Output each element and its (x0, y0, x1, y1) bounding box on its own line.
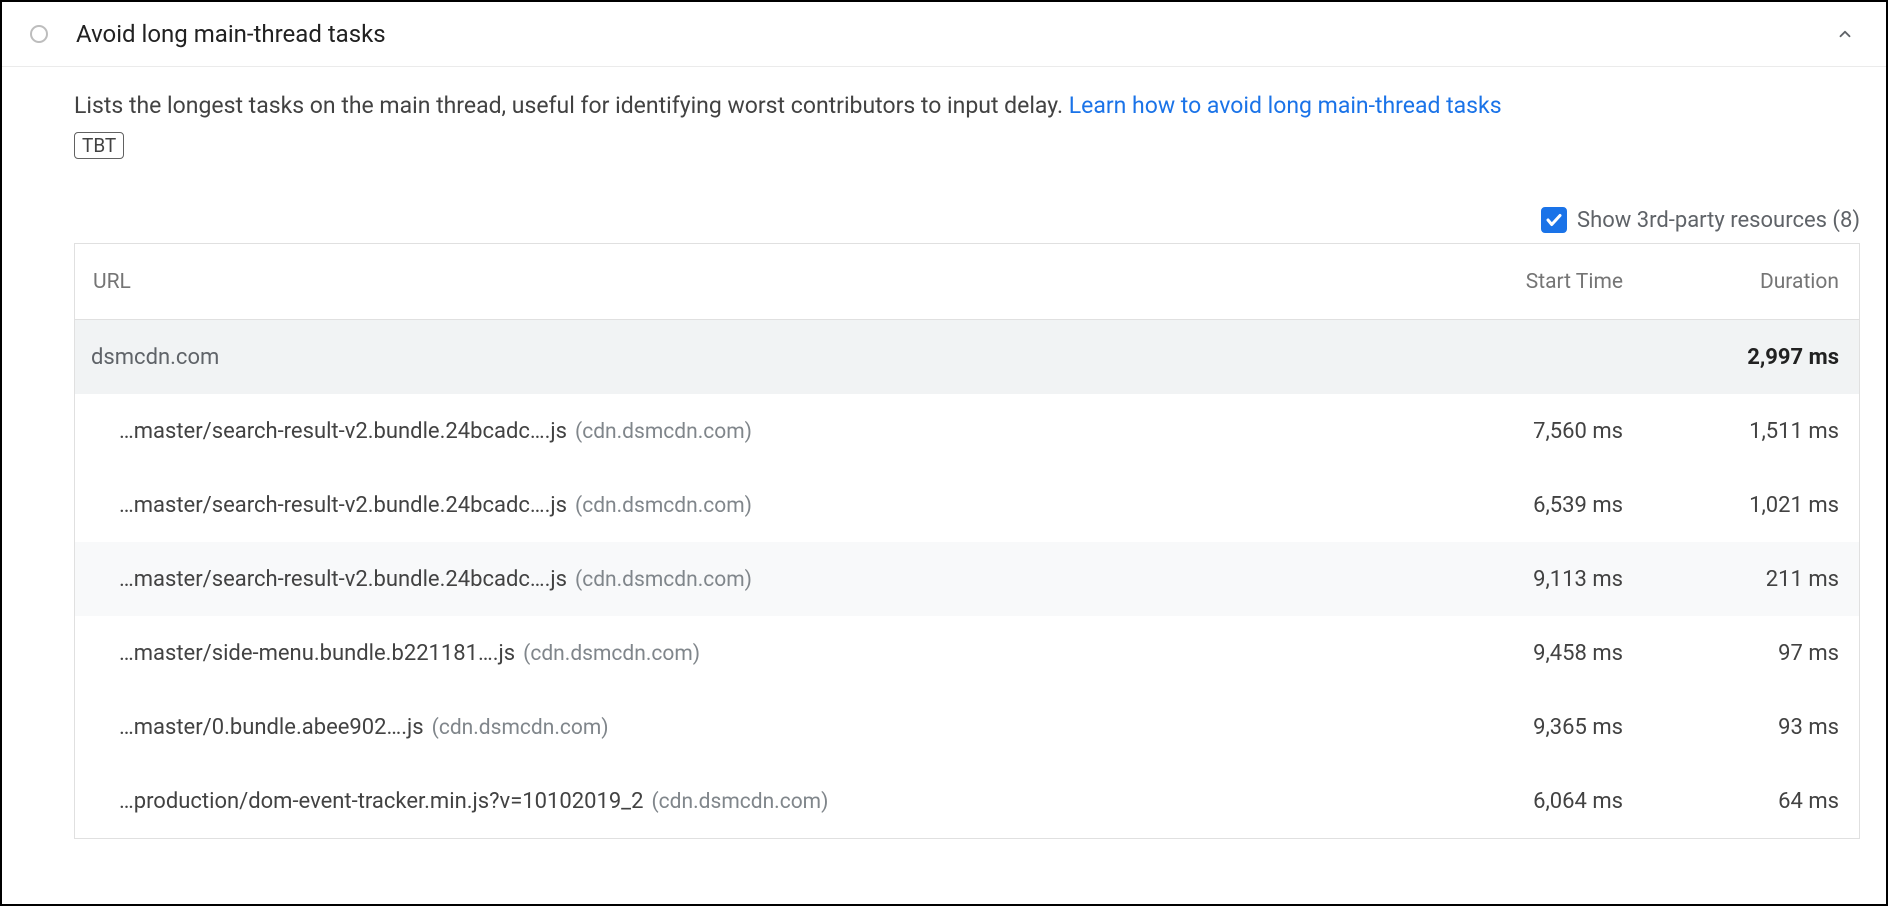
table-row[interactable]: …master/search-result-v2.bundle.24bcadc…… (75, 394, 1859, 468)
table-row[interactable]: …production/dom-event-tracker.min.js?v=1… (75, 764, 1859, 838)
chevron-up-icon[interactable] (1834, 23, 1856, 45)
url-host: (cdn.dsmcdn.com) (575, 494, 752, 518)
audit-panel: Avoid long main-thread tasks Lists the l… (0, 0, 1888, 906)
cell-duration: 211 ms (1623, 567, 1843, 592)
cell-start: 9,113 ms (1423, 567, 1623, 592)
table-row[interactable]: …master/0.bundle.abee902….js (cdn.dsmcdn.… (75, 690, 1859, 764)
cell-url: …master/search-result-v2.bundle.24bcadc…… (91, 493, 1423, 518)
url-path: …master/side-menu.bundle.b221181….js (119, 641, 515, 666)
audit-content: Lists the longest tasks on the main thre… (2, 67, 1886, 839)
description-text: Lists the longest tasks on the main thre… (74, 92, 1069, 119)
cell-url: …master/0.bundle.abee902….js (cdn.dsmcdn.… (91, 715, 1423, 740)
url-host: (cdn.dsmcdn.com) (432, 716, 609, 740)
group-host: dsmcdn.com (91, 345, 1423, 370)
cell-start: 6,064 ms (1423, 789, 1623, 814)
col-header-start: Start Time (1423, 270, 1623, 294)
cell-duration: 1,021 ms (1623, 493, 1843, 518)
cell-duration: 64 ms (1623, 789, 1843, 814)
url-path: …master/search-result-v2.bundle.24bcadc…… (119, 567, 567, 592)
url-host: (cdn.dsmcdn.com) (575, 420, 752, 444)
third-party-checkbox[interactable] (1541, 207, 1567, 233)
audit-header[interactable]: Avoid long main-thread tasks (2, 2, 1886, 67)
group-duration: 2,997 ms (1623, 345, 1843, 370)
audit-description: Lists the longest tasks on the main thre… (74, 89, 1860, 122)
url-path: …master/search-result-v2.bundle.24bcadc…… (119, 493, 567, 518)
table-header: URL Start Time Duration (75, 244, 1859, 320)
cell-start: 9,365 ms (1423, 715, 1623, 740)
cell-url: …master/search-result-v2.bundle.24bcadc…… (91, 419, 1423, 444)
third-party-label: Show 3rd-party resources (8) (1577, 208, 1860, 233)
url-path: …master/search-result-v2.bundle.24bcadc…… (119, 419, 567, 444)
url-path: …master/0.bundle.abee902….js (119, 715, 424, 740)
cell-duration: 1,511 ms (1623, 419, 1843, 444)
cell-start: 7,560 ms (1423, 419, 1623, 444)
tbt-badge: TBT (74, 132, 124, 159)
learn-more-link[interactable]: Learn how to avoid long main-thread task… (1069, 92, 1502, 119)
status-indicator-icon (30, 25, 48, 43)
tasks-table: URL Start Time Duration dsmcdn.com 2,997… (74, 243, 1860, 839)
cell-duration: 97 ms (1623, 641, 1843, 666)
table-group-row[interactable]: dsmcdn.com 2,997 ms (75, 320, 1859, 394)
col-header-url: URL (91, 270, 1423, 294)
table-row[interactable]: …master/search-result-v2.bundle.24bcadc…… (75, 468, 1859, 542)
url-host: (cdn.dsmcdn.com) (575, 568, 752, 592)
url-host: (cdn.dsmcdn.com) (651, 790, 828, 814)
url-path: …production/dom-event-tracker.min.js?v=1… (119, 789, 643, 814)
cell-url: …production/dom-event-tracker.min.js?v=1… (91, 789, 1423, 814)
table-row[interactable]: …master/side-menu.bundle.b221181….js (cdn… (75, 616, 1859, 690)
audit-title: Avoid long main-thread tasks (76, 20, 1834, 48)
third-party-toggle-row: Show 3rd-party resources (8) (74, 207, 1860, 233)
cell-url: …master/search-result-v2.bundle.24bcadc…… (91, 567, 1423, 592)
cell-duration: 93 ms (1623, 715, 1843, 740)
col-header-duration: Duration (1623, 270, 1843, 294)
table-row[interactable]: …master/search-result-v2.bundle.24bcadc…… (75, 542, 1859, 616)
cell-start: 6,539 ms (1423, 493, 1623, 518)
cell-start: 9,458 ms (1423, 641, 1623, 666)
cell-url: …master/side-menu.bundle.b221181….js (cdn… (91, 641, 1423, 666)
url-host: (cdn.dsmcdn.com) (523, 642, 700, 666)
